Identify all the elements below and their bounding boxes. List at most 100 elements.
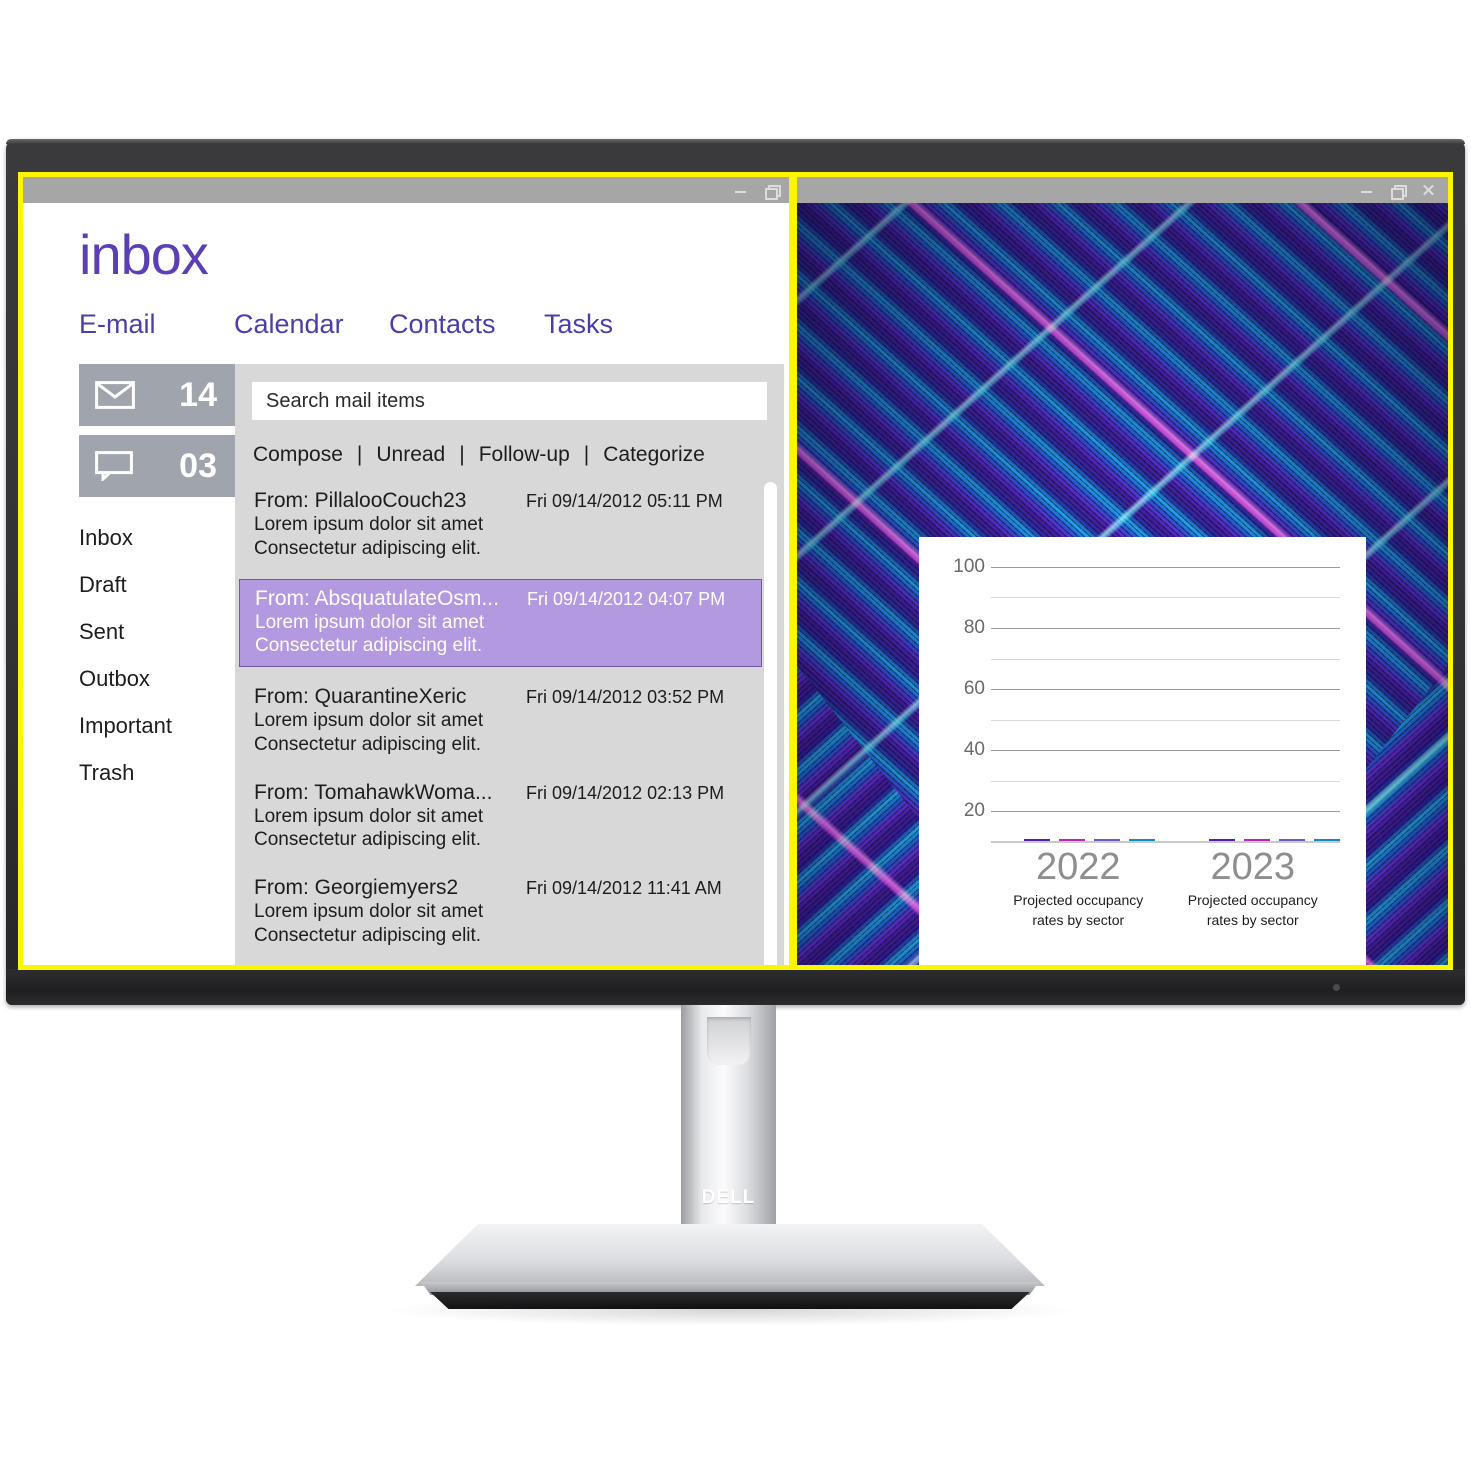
chat-bubble-icon [95, 451, 133, 481]
monitor-base-shadow [380, 1300, 1080, 1326]
mail-sidebar: 14 03 Inbox Draft Sent Outbox Important … [23, 364, 235, 965]
chart-bars [991, 567, 1340, 841]
bar-2022-sector4 [1128, 839, 1155, 841]
mail-sender: From: PillalooCouch23 [254, 489, 467, 512]
sidebar-item-trash[interactable]: Trash [79, 760, 235, 786]
mail-list: From: PillalooCouch23 Fri 09/14/2012 05:… [235, 483, 784, 965]
chart-y-axis-labels: 100 80 60 40 20 [939, 556, 985, 841]
envelope-icon [95, 381, 135, 409]
restore-icon[interactable] [1390, 183, 1407, 200]
mail-item-header: From: AbsquatulateOsm... Fri 09/14/2012 … [255, 587, 761, 611]
mail-preview-line1: Lorem ipsum dolor sit amet [254, 514, 484, 535]
tab-email[interactable]: E-mail [79, 309, 234, 340]
search-input-value: Search mail items [266, 389, 425, 412]
nav-tabs: E-mail Calendar Contacts Tasks [79, 309, 789, 340]
mail-date: Fri 09/14/2012 04:07 PM [527, 588, 726, 609]
wallpaper-window[interactable]: 100 80 60 40 20 2022 Projected occupancy… [797, 177, 1448, 965]
mail-sender: From: TomahawkWoma... [254, 780, 493, 804]
y-tick-label: 20 [963, 800, 985, 822]
mail-list-item-selected[interactable]: From: AbsquatulateOsm... Fri 09/14/2012 … [239, 578, 762, 667]
action-separator: | [459, 443, 465, 466]
mail-preview-line1: Lorem ipsum dolor sit amet [254, 805, 484, 827]
unread-mail-counter[interactable]: 14 [79, 364, 235, 426]
action-separator: | [356, 443, 363, 466]
mail-date: Fri 09/14/2012 03:52 PM [526, 687, 725, 707]
bar-2022-sector1 [1023, 839, 1050, 841]
unread-mail-count: 14 [179, 375, 217, 414]
mail-list-scrollbar[interactable] [764, 482, 777, 965]
close-icon[interactable] [1421, 183, 1436, 198]
bezel-top-highlight [6, 139, 1465, 144]
bar-2022-sector2 [1058, 839, 1085, 841]
minimize-icon[interactable] [1359, 183, 1374, 198]
sidebar-item-inbox[interactable]: Inbox [79, 525, 235, 551]
monitor-screen: inbox E-mail Calendar Contacts Tasks 14 … [18, 172, 1453, 970]
page-title: inbox [79, 223, 209, 286]
mail-date: Fri 09/14/2012 05:11 PM [526, 491, 723, 511]
mail-preview-line2: Consectetur adipiscing elit. [254, 924, 482, 946]
tab-contacts[interactable]: Contacts [389, 309, 544, 340]
mail-preview-line1: Lorem ipsum dolor sit amet [254, 901, 484, 922]
sidebar-item-outbox[interactable]: Outbox [79, 666, 235, 692]
scrollbar-thumb[interactable] [764, 482, 777, 965]
mail-list-item[interactable]: From: PillalooCouch23 Fri 09/14/2012 05:… [235, 483, 784, 567]
mail-preview-line1: Lorem ipsum dolor sit amet [254, 710, 484, 731]
minimize-icon[interactable] [733, 183, 748, 198]
mail-window[interactable]: inbox E-mail Calendar Contacts Tasks 14 … [23, 177, 789, 965]
cable-management-hole [707, 1017, 751, 1065]
message-counter[interactable]: 03 [79, 435, 235, 497]
mail-item-header: From: Georgiemyers2 Fri 09/14/2012 11:41… [254, 876, 784, 900]
mail-sender: From: QuarantineXeric [254, 685, 467, 708]
mail-list-item[interactable]: From: Georgiemyers2 Fri 09/14/2012 11:41… [235, 870, 784, 954]
action-separator: | [583, 443, 590, 466]
monitor-stand-neck: DELL [681, 1005, 776, 1245]
mail-item-header: From: QuarantineXeric Fri 09/14/2012 03:… [254, 685, 784, 709]
sidebar-item-important[interactable]: Important [79, 713, 235, 739]
mail-preview-line2: Consectetur adipiscing elit. [254, 733, 482, 755]
y-tick-label: 40 [963, 739, 985, 761]
tab-tasks[interactable]: Tasks [544, 309, 613, 340]
sidebar-item-draft[interactable]: Draft [79, 572, 235, 598]
follow-up-button[interactable]: Follow-up [479, 443, 570, 467]
restore-icon[interactable] [764, 183, 781, 200]
wallpaper-window-titlebar [797, 177, 1448, 203]
bar-2023-sector1 [1209, 839, 1235, 841]
chart-caption-2022: 2022 Projected occupancy rates by sector [991, 846, 1166, 929]
mail-preview-line2: Consectetur adipiscing elit. [254, 829, 482, 851]
chart-caption-2023: 2023 Projected occupancy rates by sector [1166, 846, 1341, 929]
bar-2023-sector3 [1279, 839, 1305, 841]
y-tick-label: 80 [963, 617, 985, 639]
bar-group-2022 [1023, 839, 1155, 841]
categorize-button[interactable]: Categorize [603, 443, 705, 467]
chart-year-label: 2022 [1035, 846, 1121, 888]
chart-card: 100 80 60 40 20 2022 Projected occupancy… [919, 537, 1366, 965]
mail-list-item[interactable]: From: QuarantineXeric Fri 09/14/2012 03:… [235, 679, 784, 763]
sidebar-item-sent[interactable]: Sent [79, 619, 235, 645]
highlight-divider [789, 172, 797, 970]
bar-group-2023 [1209, 839, 1340, 841]
compose-button[interactable]: Compose [253, 443, 343, 467]
message-count: 03 [179, 446, 217, 485]
unread-button[interactable]: Unread [376, 443, 445, 467]
mail-list-item[interactable]: From: TomahawkWoma... Fri 09/14/2012 02:… [235, 775, 784, 859]
monitor-stand-base [415, 1224, 1045, 1286]
tab-calendar[interactable]: Calendar [234, 309, 389, 340]
mail-preview-line1: Lorem ipsum dolor sit amet [255, 611, 485, 633]
y-tick-label: 100 [953, 556, 985, 577]
search-input[interactable]: Search mail items [252, 382, 767, 420]
bar-2023-sector4 [1314, 839, 1340, 841]
monitor-bezel: inbox E-mail Calendar Contacts Tasks 14 … [6, 139, 1465, 1005]
chart-caption-line2: rates by sector [1206, 911, 1299, 928]
chart-x-axis-captions: 2022 Projected occupancy rates by sector… [939, 846, 1341, 929]
mail-window-titlebar [23, 177, 789, 203]
mail-list-panel: Search mail items Compose | Unread | Fol… [235, 364, 784, 965]
mail-date: Fri 09/14/2012 02:13 PM [526, 782, 725, 803]
mail-date: Fri 09/14/2012 11:41 AM [526, 878, 722, 898]
mail-sender: From: Georgiemyers2 [254, 876, 459, 899]
mail-preview-line2: Consectetur adipiscing elit. [254, 537, 482, 559]
mail-item-header: From: PillalooCouch23 Fri 09/14/2012 05:… [254, 489, 784, 513]
folder-list: Inbox Draft Sent Outbox Important Trash [79, 525, 235, 786]
dell-logo: DELL [701, 1187, 756, 1208]
mail-body: inbox E-mail Calendar Contacts Tasks 14 … [23, 203, 789, 965]
bar-2022-sector3 [1093, 839, 1120, 841]
